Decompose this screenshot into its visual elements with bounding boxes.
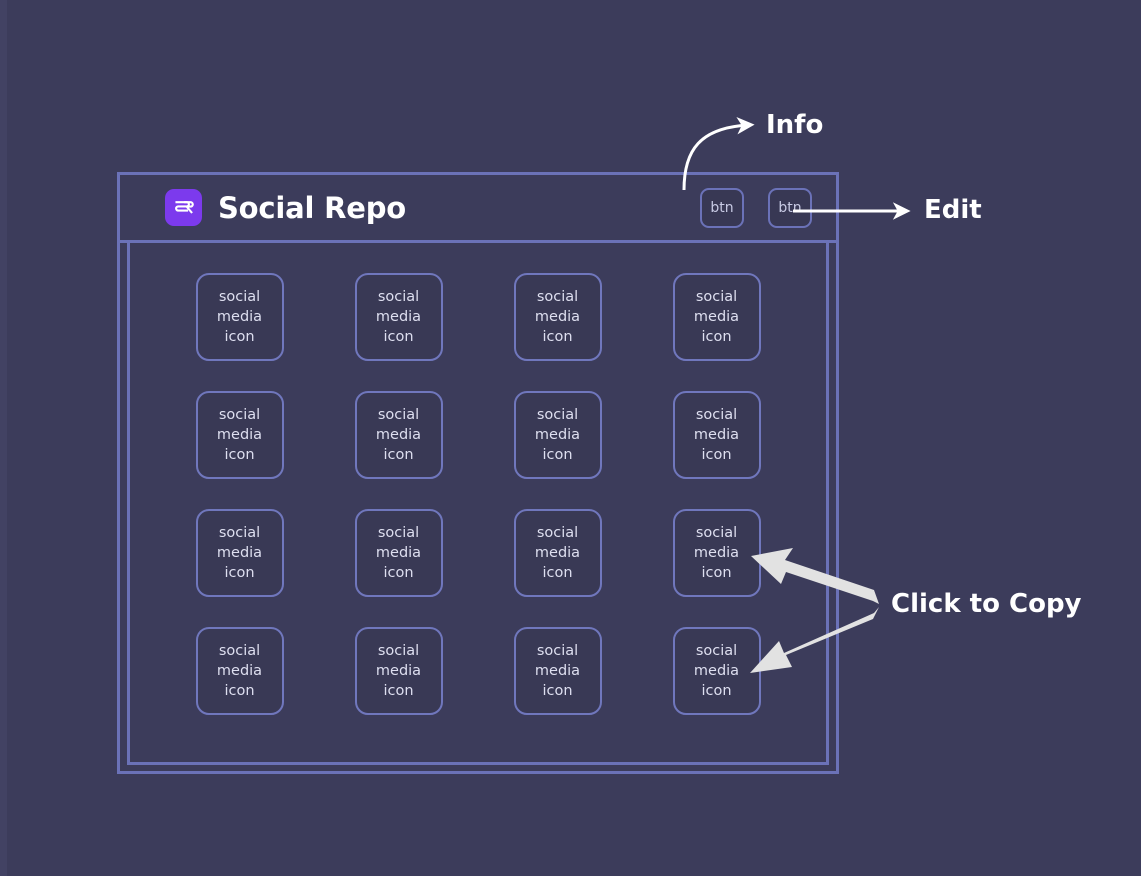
social-media-icon-card-label: icon [383, 683, 414, 699]
annotation-label-click-to-copy: Click to Copy [891, 589, 1082, 619]
social-media-icon-card-label: icon [224, 447, 255, 463]
social-media-icon-card-label: social [536, 525, 579, 541]
social-media-icon-card-label: social [218, 407, 261, 423]
social-media-icon-card[interactable]: social media icon [195, 509, 284, 597]
social-media-icon-card-label: icon [224, 565, 255, 581]
social-media-icon-card-label: social [695, 289, 738, 305]
social-media-icon-card-label: media [216, 309, 263, 325]
social-media-icon-card-label: social [218, 289, 261, 305]
social-media-icon-card-label: media [375, 545, 422, 561]
page-title: Social Repo [218, 190, 407, 225]
annotation-label-info: Info [766, 110, 824, 140]
social-media-icon-card-label: social [536, 289, 579, 305]
social-media-icon-card-label: media [693, 663, 740, 679]
social-media-icon-card-label: media [216, 545, 263, 561]
social-media-icon-card-label: media [534, 545, 581, 561]
social-media-icon-card-label: social [536, 643, 579, 659]
social-icon-grid: social media icon social media icon social medi… [130, 243, 826, 715]
info-button[interactable]: btn [700, 187, 744, 228]
app-body-panel: social media icon social media icon social medi… [127, 243, 829, 765]
social-media-icon-card-label: icon [383, 329, 414, 345]
social-media-icon-card-label: icon [224, 329, 255, 345]
social-media-icon-card[interactable]: social media icon [672, 627, 761, 715]
social-media-icon-card[interactable]: social media icon [672, 273, 761, 361]
social-media-icon-card[interactable]: social media icon [354, 627, 443, 715]
social-media-icon-card-label: icon [542, 683, 573, 699]
social-media-icon-card[interactable]: social media icon [195, 391, 284, 479]
social-media-icon-card[interactable]: social media icon [513, 509, 602, 597]
social-media-icon-card[interactable]: social media icon [354, 391, 443, 479]
social-media-icon-card-label: media [693, 545, 740, 561]
social-media-icon-card[interactable]: social media icon [354, 509, 443, 597]
social-media-icon-card-label: social [377, 289, 420, 305]
social-media-icon-card-label: social [377, 643, 420, 659]
social-media-icon-card-label: social [377, 407, 420, 423]
social-media-icon-card-label: icon [701, 683, 732, 699]
social-media-icon-card-label: media [375, 309, 422, 325]
social-media-icon-card-label: social [695, 407, 738, 423]
social-media-icon-card-label: media [534, 309, 581, 325]
social-media-icon-card[interactable]: social media icon [195, 627, 284, 715]
social-media-icon-card[interactable]: social media icon [513, 273, 602, 361]
social-media-icon-card[interactable]: social media icon [354, 273, 443, 361]
social-media-icon-card[interactable]: social media icon [672, 391, 761, 479]
social-media-icon-card-label: media [534, 663, 581, 679]
annotation-label-edit: Edit [924, 195, 982, 225]
social-media-icon-card-label: icon [701, 565, 732, 581]
social-media-icon-card[interactable]: social media icon [195, 273, 284, 361]
social-media-icon-card-label: media [534, 427, 581, 443]
social-media-icon-card[interactable]: social media icon [513, 391, 602, 479]
social-media-icon-card-label: social [536, 407, 579, 423]
social-media-icon-card-label: social [695, 643, 738, 659]
social-media-icon-card-label: icon [383, 447, 414, 463]
app-window: Social Repo btn btn social media icon socia… [117, 172, 839, 774]
sr-monogram-logo-icon [165, 189, 202, 226]
social-media-icon-card-label: social [218, 525, 261, 541]
social-media-icon-card-label: media [693, 427, 740, 443]
social-media-icon-card-label: icon [542, 329, 573, 345]
social-media-icon-card-label: media [375, 427, 422, 443]
social-media-icon-card-label: media [693, 309, 740, 325]
social-media-icon-card-label: media [216, 427, 263, 443]
left-edge-strip [0, 0, 7, 876]
header-actions: btn btn [700, 187, 812, 228]
edit-button[interactable]: btn [768, 187, 812, 228]
social-media-icon-card-label: icon [224, 683, 255, 699]
social-media-icon-card-label: social [218, 643, 261, 659]
social-media-icon-card-label: icon [701, 447, 732, 463]
social-media-icon-card[interactable]: social media icon [672, 509, 761, 597]
social-media-icon-card-label: social [377, 525, 420, 541]
social-media-icon-card[interactable]: social media icon [513, 627, 602, 715]
social-media-icon-card-label: icon [701, 329, 732, 345]
social-media-icon-card-label: icon [542, 447, 573, 463]
social-media-icon-card-label: icon [383, 565, 414, 581]
social-media-icon-card-label: media [375, 663, 422, 679]
social-media-icon-card-label: media [216, 663, 263, 679]
social-media-icon-card-label: icon [542, 565, 573, 581]
social-media-icon-card-label: social [695, 525, 738, 541]
app-header: Social Repo btn btn [120, 175, 836, 243]
